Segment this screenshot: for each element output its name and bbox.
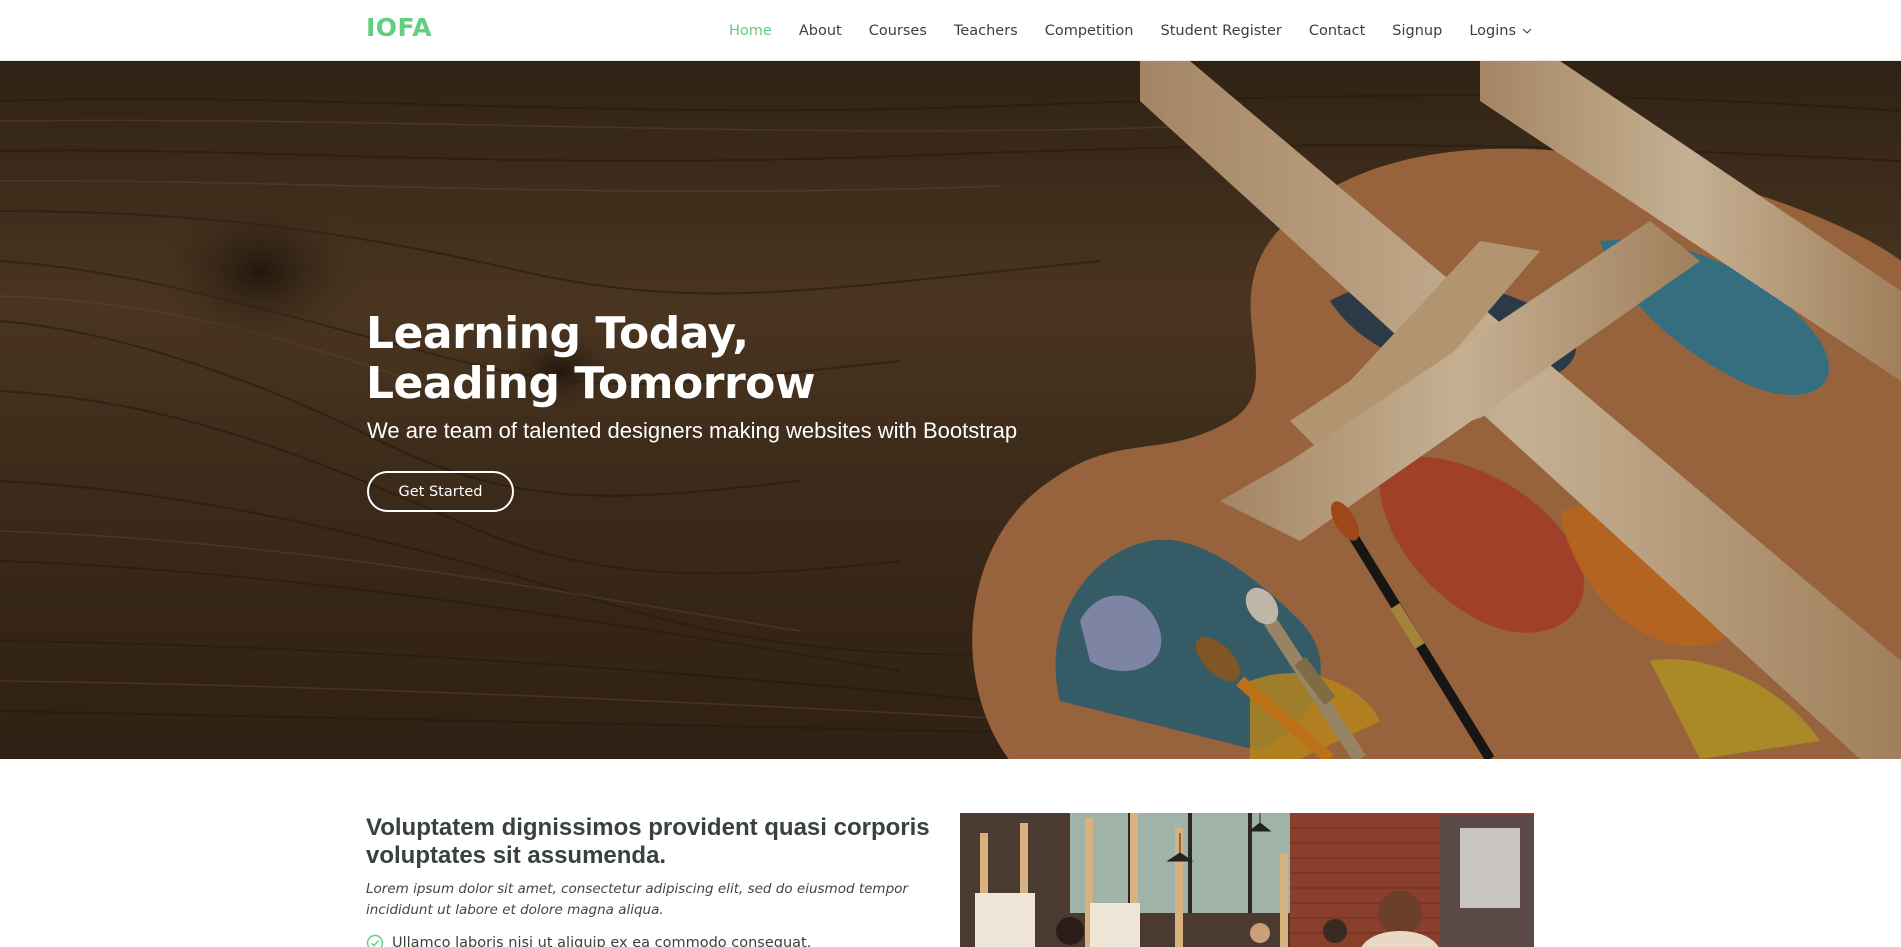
- nav-courses[interactable]: Courses: [869, 23, 927, 39]
- hero-subtitle: We are team of talented designers making…: [367, 418, 1018, 443]
- about-list-item: Ullamco laboris nisi ut aliquip ex ea co…: [366, 934, 811, 947]
- hero-title: Learning Today, Leading Tomorrow: [366, 308, 816, 409]
- nav-logins-dropdown[interactable]: Logins: [1469, 23, 1533, 39]
- nav-teachers[interactable]: Teachers: [954, 23, 1018, 39]
- nav-contact[interactable]: Contact: [1309, 23, 1365, 39]
- check-circle-icon: [366, 934, 384, 947]
- nav-signup[interactable]: Signup: [1392, 23, 1442, 39]
- hero-section: Learning Today, Leading Tomorrow We are …: [0, 61, 1901, 759]
- get-started-button[interactable]: Get Started: [367, 471, 514, 512]
- chevron-down-icon: [1522, 28, 1532, 34]
- about-list-item-text: Ullamco laboris nisi ut aliquip ex ea co…: [392, 935, 812, 947]
- nav-about[interactable]: About: [799, 23, 842, 39]
- hero-title-line-1: Learning Today,: [366, 308, 749, 359]
- nav-logins-label: Logins: [1469, 22, 1516, 39]
- about-image: [960, 813, 1534, 947]
- about-title: Voluptatem dignissimos provident quasi c…: [366, 814, 930, 869]
- site-logo[interactable]: IOFA: [366, 13, 432, 42]
- nav-competition[interactable]: Competition: [1045, 23, 1134, 39]
- hero-overlay: [0, 61, 1901, 759]
- site-header: IOFA Home About Courses Teachers Competi…: [0, 0, 1901, 61]
- about-lead-text: Lorem ipsum dolor sit amet, consectetur …: [366, 881, 908, 918]
- nav-home[interactable]: Home: [729, 23, 772, 39]
- hero-title-line-2: Leading Tomorrow: [366, 358, 816, 409]
- nav-student-register[interactable]: Student Register: [1160, 23, 1281, 39]
- art-class-photo: [960, 813, 1534, 947]
- main-nav: Home About Courses Teachers Competition …: [702, 0, 1533, 61]
